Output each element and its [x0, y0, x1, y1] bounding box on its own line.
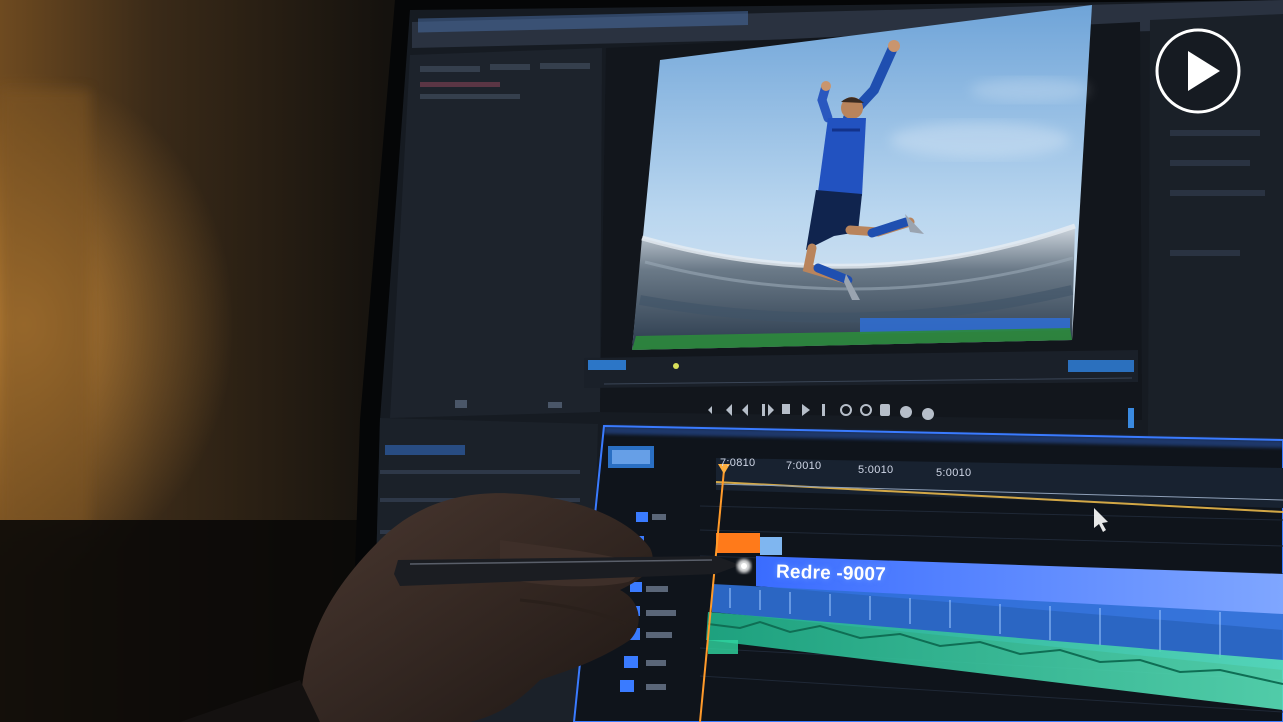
timecode-label: 5:0010 — [858, 464, 894, 476]
photo-scene — [0, 0, 1283, 722]
timecode-label: 5:0010 — [936, 467, 972, 479]
title-clip-label[interactable]: Redre -9007 — [776, 562, 886, 587]
timecode-label: 7:0010 — [786, 460, 822, 472]
play-button[interactable] — [1154, 27, 1242, 115]
play-icon — [1155, 28, 1241, 114]
orange-clip — [716, 533, 760, 553]
timecode-label: 7:0810 — [720, 457, 756, 469]
project-panel — [390, 48, 602, 418]
monitor-left-button — [588, 360, 626, 370]
